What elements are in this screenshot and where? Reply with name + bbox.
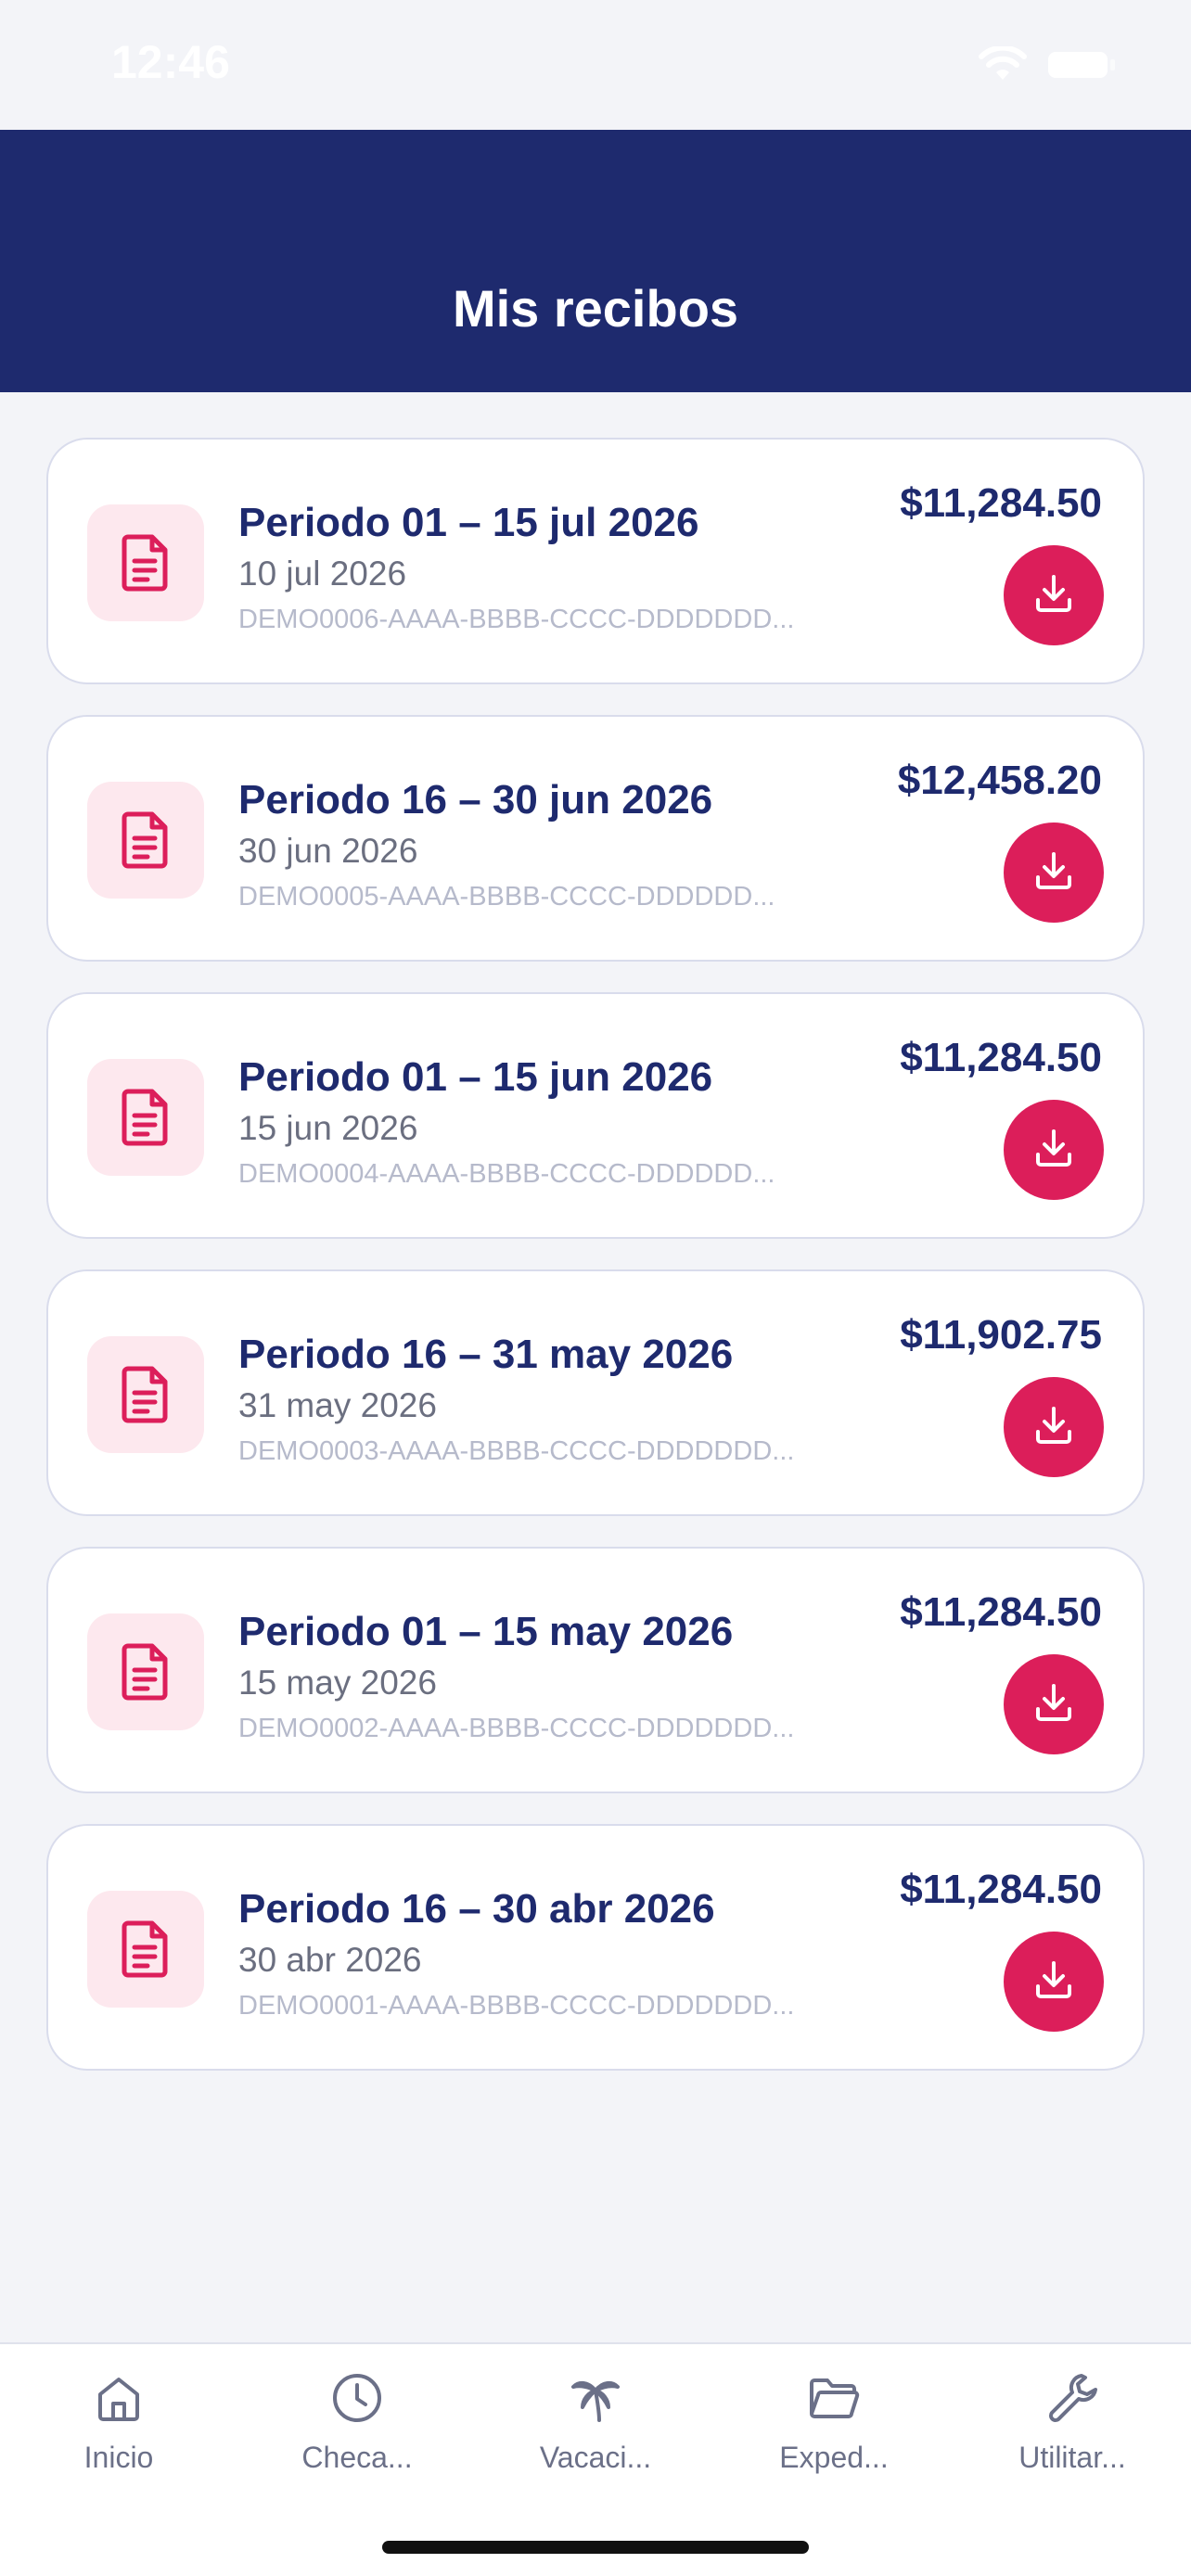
download-button[interactable]: [1004, 1377, 1104, 1477]
tab-label: Checa...: [301, 2441, 413, 2474]
receipt-amount: $11,284.50: [900, 1035, 1102, 1080]
status-time: 12:46: [111, 36, 230, 88]
receipt-period: Periodo 16 – 30 jun 2026: [238, 777, 713, 823]
document-icon: [87, 1336, 204, 1453]
receipt-period: Periodo 16 – 30 abr 2026: [238, 1886, 715, 1932]
download-icon: [1032, 1958, 1075, 2006]
receipt-period: Periodo 01 – 15 jul 2026: [238, 500, 699, 545]
tab-inicio[interactable]: Inicio: [0, 2361, 237, 2475]
battery-icon: [1046, 48, 1117, 86]
receipt-id: DEMO0004-AAAA-BBBB-CCCC-DDDDDD...: [238, 1159, 775, 1189]
receipt-amount: $11,284.50: [900, 1589, 1102, 1635]
tab-expediente[interactable]: Exped...: [715, 2361, 953, 2475]
receipt-date: 15 jun 2026: [238, 1109, 418, 1147]
receipt-amount: $11,284.50: [900, 1867, 1102, 1912]
status-bar: 12:46: [0, 0, 1191, 130]
download-button[interactable]: [1004, 545, 1104, 645]
receipt-list: Periodo 01 – 15 jul 2026 10 jul 2026 DEM…: [46, 438, 1145, 2101]
receipt-card[interactable]: Periodo 01 – 15 jun 2026 15 jun 2026 DEM…: [46, 992, 1145, 1239]
folder-icon: [715, 2361, 953, 2435]
receipt-id: DEMO0005-AAAA-BBBB-CCCC-DDDDDD...: [238, 882, 775, 912]
receipt-card[interactable]: Periodo 16 – 30 jun 2026 30 jun 2026 DEM…: [46, 715, 1145, 962]
receipt-date: 30 abr 2026: [238, 1941, 422, 1979]
document-icon: [87, 1059, 204, 1176]
tab-checador[interactable]: Checa...: [238, 2361, 476, 2475]
receipt-amount: $11,902.75: [900, 1312, 1102, 1358]
tab-vacaciones[interactable]: Vacaci...: [477, 2361, 714, 2475]
receipt-id: DEMO0006-AAAA-BBBB-CCCC-DDDDDDD...: [238, 605, 795, 634]
palm-tree-icon: [477, 2361, 714, 2435]
download-icon: [1032, 1404, 1075, 1451]
page-title: Mis recibos: [452, 279, 739, 338]
download-icon: [1032, 1681, 1075, 1728]
wifi-icon: [978, 45, 1028, 88]
receipt-amount: $11,284.50: [900, 480, 1102, 526]
receipt-date: 10 jul 2026: [238, 555, 407, 593]
document-icon: [87, 1891, 204, 2008]
status-icons: [978, 45, 1117, 88]
receipt-card[interactable]: Periodo 01 – 15 jul 2026 10 jul 2026 DEM…: [46, 438, 1145, 684]
wrench-icon: [954, 2361, 1191, 2435]
tab-label: Exped...: [779, 2441, 889, 2474]
receipt-date: 30 jun 2026: [238, 832, 418, 870]
receipt-date: 31 may 2026: [238, 1386, 437, 1424]
receipt-period: Periodo 16 – 31 may 2026: [238, 1332, 734, 1377]
receipt-period: Periodo 01 – 15 jun 2026: [238, 1054, 713, 1100]
receipt-id: DEMO0002-AAAA-BBBB-CCCC-DDDDDDD...: [238, 1714, 795, 1743]
download-icon: [1032, 572, 1075, 619]
document-icon: [87, 504, 204, 621]
home-icon: [0, 2361, 237, 2435]
header: Mis recibos: [0, 130, 1191, 392]
tab-label: Vacaci...: [539, 2441, 652, 2474]
clock-icon: [238, 2361, 476, 2435]
receipt-card[interactable]: Periodo 01 – 15 may 2026 15 may 2026 DEM…: [46, 1547, 1145, 1793]
receipt-id: DEMO0003-AAAA-BBBB-CCCC-DDDDDDD...: [238, 1436, 795, 1466]
home-indicator: [382, 2541, 809, 2554]
tab-label: Utilitar...: [1018, 2441, 1126, 2474]
document-icon: [87, 1613, 204, 1730]
document-icon: [87, 782, 204, 899]
tab-utilitarios[interactable]: Utilitar...: [954, 2361, 1191, 2475]
receipt-period: Periodo 01 – 15 may 2026: [238, 1609, 734, 1654]
download-button[interactable]: [1004, 1654, 1104, 1754]
receipt-card[interactable]: Periodo 16 – 31 may 2026 31 may 2026 DEM…: [46, 1269, 1145, 1516]
receipt-amount: $12,458.20: [897, 758, 1102, 803]
download-button[interactable]: [1004, 1100, 1104, 1200]
receipt-card[interactable]: Periodo 16 – 30 abr 2026 30 abr 2026 DEM…: [46, 1824, 1145, 2071]
receipt-id: DEMO0001-AAAA-BBBB-CCCC-DDDDDDD...: [238, 1991, 795, 2021]
download-button[interactable]: [1004, 1932, 1104, 2032]
receipt-date: 15 may 2026: [238, 1664, 437, 1702]
download-icon: [1032, 1127, 1075, 1174]
download-icon: [1032, 849, 1075, 897]
download-button[interactable]: [1004, 823, 1104, 923]
tab-label: Inicio: [83, 2441, 154, 2474]
